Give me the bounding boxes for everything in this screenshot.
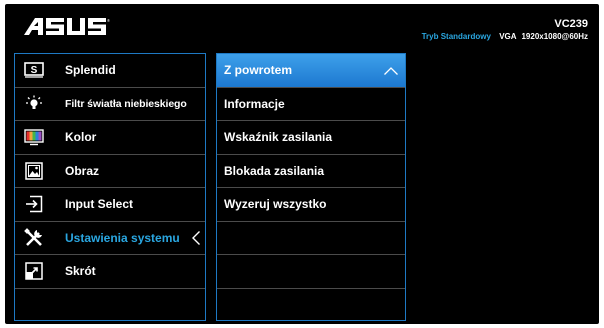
menu-label: Filtr światła niebieskiego (65, 97, 187, 110)
bulb-icon (23, 94, 45, 114)
submenu-label: Z powrotem (224, 63, 292, 78)
submenu-label: Blokada zasilania (224, 163, 325, 178)
menu-item-empty (15, 289, 205, 323)
submenu-item-back[interactable]: Z powrotem (217, 54, 405, 88)
svg-text:®: ® (107, 18, 110, 23)
submenu-item-reset-all[interactable]: Wyzeruj wszystko (217, 188, 405, 222)
svg-text:S: S (31, 65, 38, 76)
chevron-left-icon (191, 230, 201, 249)
menu-item-color[interactable]: Kolor (15, 121, 205, 155)
resolution-label: 1920x1080@60Hz (521, 32, 588, 41)
status-line: Tryb Standardowy VGA 1920x1080@60Hz (422, 32, 588, 41)
menu-item-input-select[interactable]: Input Select (15, 188, 205, 222)
model-name: VC239 (554, 18, 588, 30)
asus-logo: ® (24, 18, 110, 35)
menu-label: Ustawienia systemu (65, 230, 180, 245)
menu-item-splendid[interactable]: S Splendid (15, 54, 205, 88)
menu-item-shortcut[interactable]: Skrót (15, 255, 205, 289)
color-monitor-icon (23, 127, 45, 147)
menu-label: Splendid (65, 63, 116, 78)
chevron-up-icon (383, 65, 399, 79)
submenu-item-empty (217, 289, 405, 323)
menu-label: Obraz (65, 163, 100, 178)
submenu-item-power-key-lock[interactable]: Blokada zasilania (217, 155, 405, 188)
submenu: Z powrotem Informacje Wskaźnik zasilania… (216, 53, 406, 321)
tools-icon (23, 227, 45, 248)
submenu-item-information[interactable]: Informacje (217, 88, 405, 121)
osd-window: ® VC239 Tryb Standardowy VGA 1920x1080@6… (5, 4, 599, 324)
input-label: VGA (499, 32, 517, 41)
submenu-label: Wyzeruj wszystko (224, 197, 327, 212)
input-arrow-icon (23, 194, 45, 214)
submenu-item-empty (217, 222, 405, 255)
image-icon (23, 161, 45, 181)
menu-item-blue-light-filter[interactable]: Filtr światła niebieskiego (15, 88, 205, 121)
menu-label: Skrót (65, 264, 96, 279)
menu-label: Input Select (65, 197, 134, 212)
splendid-s-icon: S (23, 60, 45, 80)
main-menu: S Splendid Filtr światła niebieskiego Ko… (14, 53, 206, 321)
shortcut-icon (23, 261, 45, 281)
submenu-label: Informacje (224, 96, 285, 111)
menu-item-system-setup[interactable]: Ustawienia systemu (15, 222, 205, 255)
submenu-label: Wskaźnik zasilania (224, 130, 333, 145)
submenu-item-power-indicator[interactable]: Wskaźnik zasilania (217, 121, 405, 155)
mode-label: Tryb Standardowy (421, 32, 491, 41)
menu-label: Kolor (65, 130, 97, 145)
menu-item-image[interactable]: Obraz (15, 155, 205, 188)
submenu-item-empty (217, 255, 405, 289)
